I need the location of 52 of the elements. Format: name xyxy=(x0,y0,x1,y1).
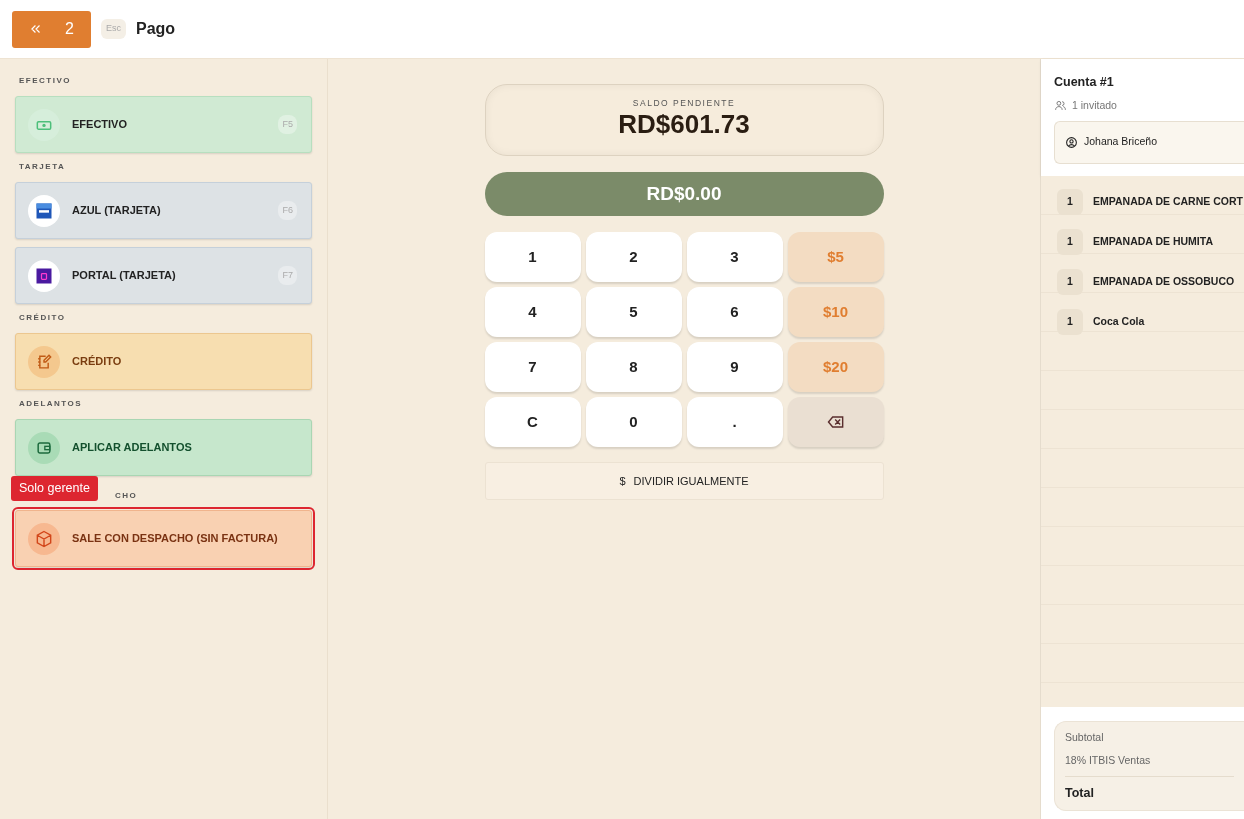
payment-method-button[interactable]: EFECTIVO F5 xyxy=(15,96,312,153)
keypad-key[interactable]: 5 xyxy=(585,287,682,337)
totals-label: Subtotal xyxy=(1065,730,1105,745)
total-label: Total xyxy=(1065,775,1234,803)
key-hint: Esc xyxy=(101,19,126,39)
item-name: EMPANADA DE OSSOBUCO xyxy=(1093,274,1235,290)
account-title: Cuenta #1 xyxy=(1054,74,1115,91)
shortcut-hint: F7 xyxy=(278,265,297,286)
section-label: CHO xyxy=(115,489,138,502)
keypad-key[interactable]: . xyxy=(686,397,783,447)
section-label: CRÉDITO xyxy=(19,312,67,324)
keypad-key[interactable]: 2 xyxy=(585,232,682,282)
amount-display: RD$0.00 xyxy=(484,172,884,216)
customer-field[interactable]: Johana Briceño xyxy=(1054,120,1244,164)
payment-method-button[interactable]: PORTAL (TARJETA) F7 xyxy=(15,247,312,304)
shortcut-hint: F6 xyxy=(278,200,297,221)
item-name: EMPANADA DE HUMITA xyxy=(1093,234,1213,250)
shortcut-hint: F5 xyxy=(278,114,297,135)
keypad-key[interactable]: C xyxy=(484,397,581,447)
payment-method-button[interactable]: AZUL (TARJETA) F6 xyxy=(15,182,312,239)
payment-method-button[interactable]: CRÉDITO xyxy=(15,333,312,390)
double-chevron-icon xyxy=(29,22,43,36)
keypad-key[interactable]: 4 xyxy=(484,287,581,337)
tooltip: Solo gerente xyxy=(11,476,98,501)
item-name: Coca Cola xyxy=(1093,314,1145,330)
keypad-key[interactable]: 6 xyxy=(686,287,783,337)
keypad-key[interactable]: 1 xyxy=(484,232,581,282)
totals-label: 18% ITBIS Ventas xyxy=(1065,752,1152,768)
keypad-key[interactable]: 8 xyxy=(585,342,682,392)
quantity-badge: 1 xyxy=(1057,269,1083,295)
split-equally-button[interactable]: $ DIVIDIR IGUALMENTE xyxy=(484,462,884,500)
item-name: EMPANADA DE CARNE CORT xyxy=(1093,194,1243,210)
keypad-key[interactable]: 7 xyxy=(484,342,581,392)
payment-method-button[interactable]: SALE CON DESPACHO (SIN FACTURA) xyxy=(15,510,312,567)
balance-label: SALDO PENDIENTE xyxy=(631,97,737,110)
keypad-key[interactable]: 0 xyxy=(585,397,682,447)
payment-method-button[interactable]: APLICAR ADELANTOS xyxy=(15,419,312,476)
guest-count: 1 invitado xyxy=(1072,97,1117,113)
keypad-key[interactable]: 9 xyxy=(686,342,783,392)
backspace-button[interactable] xyxy=(787,397,884,447)
section-label: ADELANTOS xyxy=(19,398,84,410)
quantity-badge: 1 xyxy=(1057,229,1083,255)
section-label: EFECTIVO xyxy=(19,75,72,87)
quantity-badge: 1 xyxy=(1057,309,1083,335)
keypad-key[interactable]: 3 xyxy=(686,232,783,282)
balance-amount: RD$601.73 xyxy=(617,109,751,139)
users-icon xyxy=(1054,99,1067,113)
section-label: TARJETA xyxy=(19,161,67,173)
user-circle-icon xyxy=(1065,135,1078,149)
quantity-badge: 1 xyxy=(1057,189,1083,215)
package-icon xyxy=(34,528,54,549)
page-title: Pago xyxy=(136,19,176,39)
